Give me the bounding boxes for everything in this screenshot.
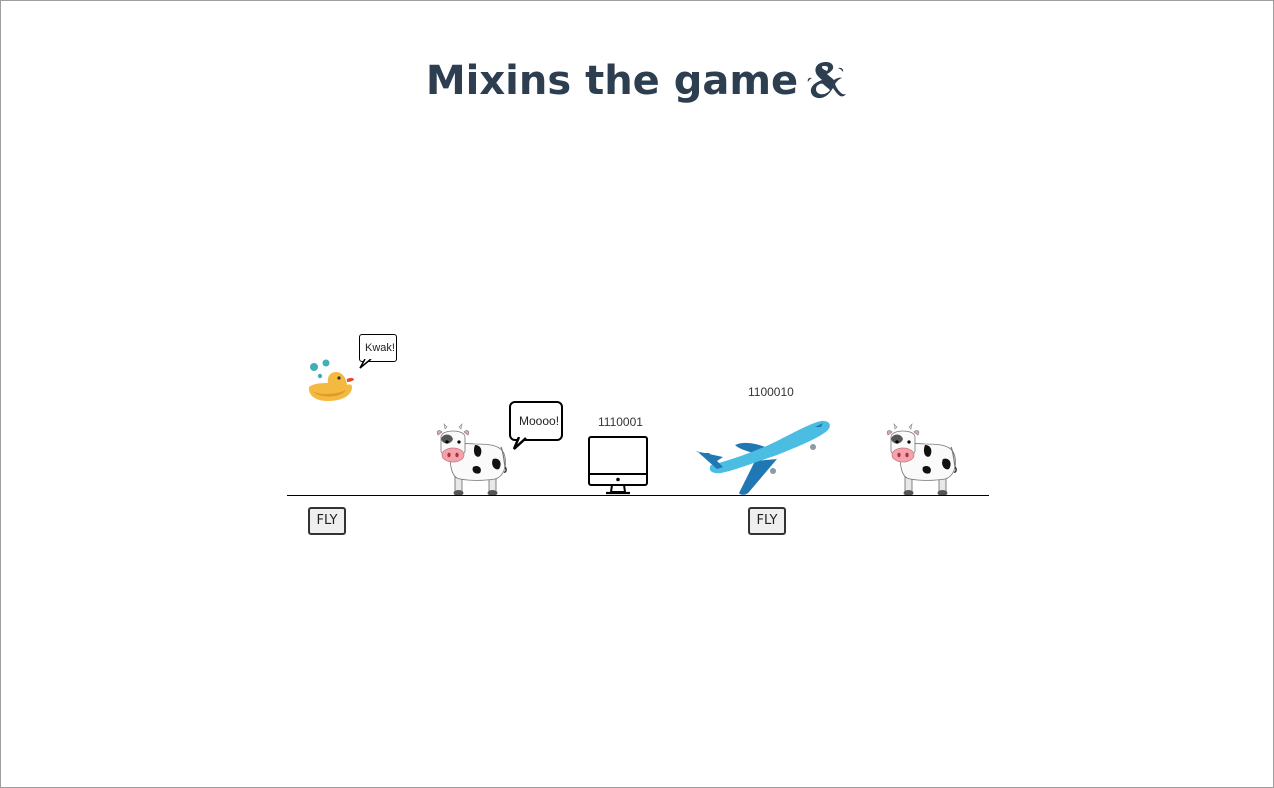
title-text: Mixins the game bbox=[425, 58, 799, 104]
ground-line bbox=[287, 495, 989, 496]
duck-sprite bbox=[306, 357, 354, 403]
airplane-icon bbox=[695, 420, 830, 495]
cow-sprite-1 bbox=[435, 423, 511, 497]
duck-icon bbox=[308, 359, 354, 401]
cow-speech-tail bbox=[512, 437, 527, 450]
duck-fly-button[interactable]: FLY bbox=[308, 507, 346, 535]
airplane-sprite bbox=[693, 417, 833, 497]
airplane-fly-button[interactable]: FLY bbox=[748, 507, 786, 535]
cow-sprite-2 bbox=[885, 423, 961, 497]
game-page: Mixins the game Kwak! Moooo! 1110001 110… bbox=[0, 0, 1274, 788]
cow-speech-bubble: Moooo! bbox=[509, 401, 563, 441]
duck-speech-text: Kwak! bbox=[365, 342, 395, 354]
computer-binary-label: 1110001 bbox=[598, 415, 643, 429]
computer-icon bbox=[588, 436, 648, 495]
ampersand-logo-icon bbox=[804, 58, 848, 117]
airplane-binary-label: 1100010 bbox=[748, 385, 794, 399]
cow-speech-text: Moooo! bbox=[519, 414, 560, 428]
page-title: Mixins the game bbox=[1, 53, 1273, 117]
computer-sprite bbox=[587, 435, 649, 497]
duck-speech-bubble: Kwak! bbox=[359, 334, 397, 362]
cow-icon bbox=[886, 423, 957, 496]
cow-icon bbox=[436, 423, 507, 496]
duck-speech-tail bbox=[359, 359, 372, 369]
